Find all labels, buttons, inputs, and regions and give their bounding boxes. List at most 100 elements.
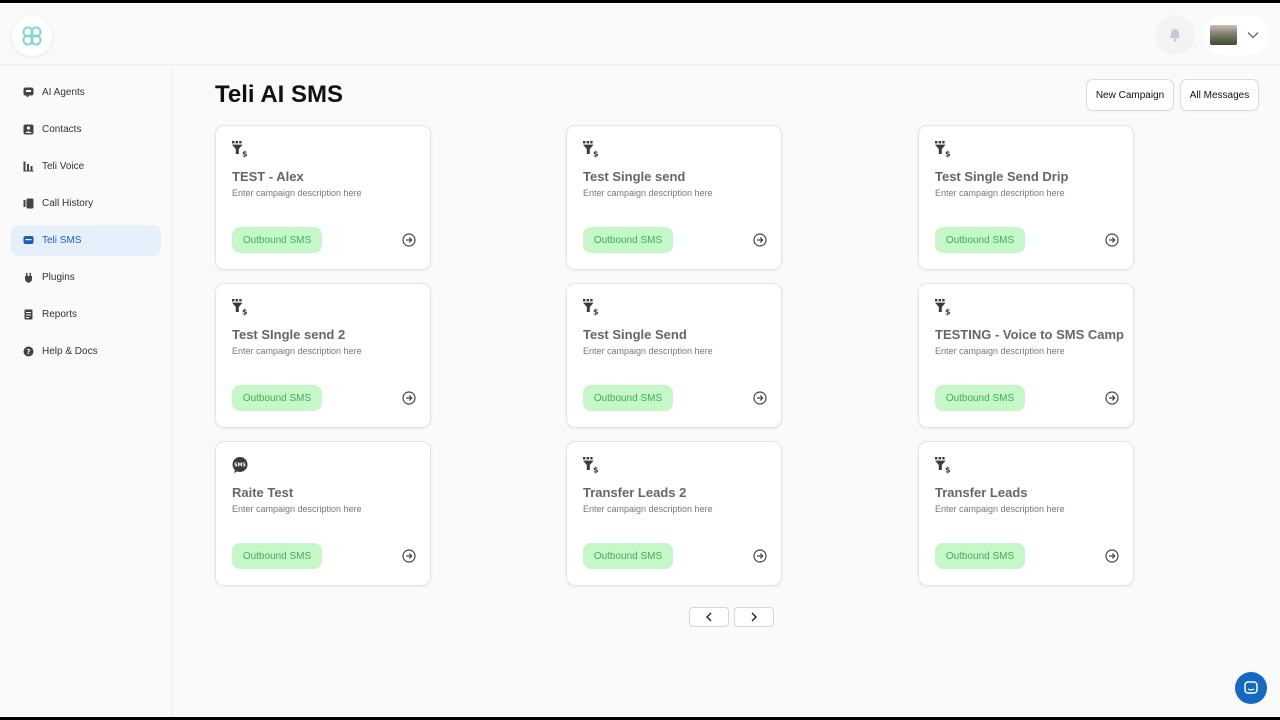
campaign-title: Raite Test [232,485,294,500]
campaign-card[interactable]: $ TEST - Alex Enter campaign description h… [215,125,431,270]
sms-icon-text: SMS [234,463,246,469]
arrow-right-circle-icon[interactable] [402,549,416,563]
sms-bubble-icon: SMS [231,456,249,474]
sidebar-item-reports[interactable]: Reports [11,299,161,330]
app-window: AI Agents Contacts Teli Voice Call Histo… [0,3,1280,717]
campaign-type-badge: Outbound SMS [935,227,1025,253]
campaign-card[interactable]: $ Transfer Leads Enter campaign descriptio… [918,441,1134,586]
campaign-type-badge: Outbound SMS [232,227,322,253]
campaign-type-badge: Outbound SMS [935,543,1025,569]
funnel-dollar-icon: $ [231,140,249,159]
campaign-description: Enter campaign description here [935,346,1065,356]
teli-logo[interactable] [12,16,52,56]
chevron-down-icon [1247,32,1259,39]
campaign-type-badge: Outbound SMS [583,385,673,411]
sidebar-item-label: Help & Docs [42,346,98,357]
svg-text:$: $ [945,150,951,159]
funnel-dollar-icon: $ [231,298,249,317]
funnel-dollar-icon: $ [582,456,600,475]
funnel-dollar-icon: $ [582,140,600,159]
message-bot-icon [23,87,34,98]
sidebar-item-label: Contacts [42,124,82,135]
sidebar-item-ai-agents[interactable]: AI Agents [11,77,161,108]
arrow-right-circle-icon[interactable] [1105,233,1119,247]
avatar [1210,25,1237,45]
campaign-description: Enter campaign description here [583,188,713,198]
sidebar-item-help-docs[interactable]: ? Help & Docs [11,336,161,367]
svg-text:$: $ [945,466,951,475]
funnel-dollar-icon: $ [934,298,952,317]
plugin-icon [23,272,34,283]
sidebar-item-teli-sms[interactable]: Teli SMS [11,225,161,256]
reports-icon [23,309,34,320]
page-title: Teli AI SMS [215,81,344,108]
svg-text:$: $ [593,150,599,159]
sidebar-item-call-history[interactable]: Call History [11,188,161,219]
chevron-right-icon [751,612,757,622]
chat-icon [1244,681,1258,694]
help-icon: ? [23,346,34,357]
call-history-icon [23,198,34,209]
svg-text:$: $ [242,308,248,317]
sidebar-item-plugins[interactable]: Plugins [11,262,161,293]
arrow-right-circle-icon[interactable] [753,391,767,405]
campaign-title: Test Single send [583,169,686,184]
campaign-title: Test Single Send [583,327,687,342]
campaign-type-badge: Outbound SMS [935,385,1025,411]
campaign-title: TEST - Alex [232,169,304,184]
campaign-card[interactable]: $ TESTING - Voice to SMS Camp Enter campai… [918,283,1134,428]
arrow-right-circle-icon[interactable] [753,233,767,247]
arrow-right-circle-icon[interactable] [753,549,767,563]
chevron-left-icon [706,612,712,622]
all-messages-button[interactable]: All Messages [1180,79,1259,111]
campaign-type-badge: Outbound SMS [232,543,322,569]
campaign-card[interactable]: $ Test SIngle send 2 Enter campaign descri… [215,283,431,428]
campaign-description: Enter campaign description here [232,188,362,198]
campaign-description: Enter campaign description here [583,346,713,356]
campaign-title: TESTING - Voice to SMS Camp [935,327,1125,342]
sidebar-item-label: Teli Voice [42,161,85,172]
arrow-right-circle-icon[interactable] [1105,391,1119,405]
campaign-card[interactable]: SMS Raite Test Enter campaign description … [215,441,431,586]
voice-icon [23,161,34,172]
campaign-card[interactable]: $ Transfer Leads 2 Enter campaign descript… [566,441,782,586]
campaign-card[interactable]: $ Test Single Send Enter campaign descript… [566,283,782,428]
campaign-description: Enter campaign description here [935,504,1065,514]
campaign-description: Enter campaign description here [583,504,713,514]
svg-text:?: ? [26,348,30,356]
prev-page-button[interactable] [689,607,729,627]
campaign-type-badge: Outbound SMS [583,227,673,253]
svg-text:$: $ [593,466,599,475]
arrow-right-circle-icon[interactable] [402,391,416,405]
campaign-description: Enter campaign description here [232,346,362,356]
campaign-type-badge: Outbound SMS [232,385,322,411]
next-page-button[interactable] [734,607,774,627]
campaign-title: Test SIngle send 2 [232,327,346,342]
arrow-right-circle-icon[interactable] [402,233,416,247]
sidebar-item-label: Call History [42,198,94,209]
sms-icon [23,235,34,246]
funnel-dollar-icon: $ [934,456,952,475]
new-campaign-button[interactable]: New Campaign [1086,79,1174,111]
sidebar-item-contacts[interactable]: Contacts [11,114,161,145]
sidebar-item-label: Plugins [42,272,75,283]
support-chat-button[interactable] [1235,672,1267,704]
campaign-description: Enter campaign description here [935,188,1065,198]
svg-text:$: $ [242,150,248,159]
teli-logo-icon [22,26,42,46]
notifications-button[interactable] [1155,15,1195,55]
svg-text:$: $ [593,308,599,317]
campaign-card[interactable]: $ Test Single send Enter campaign descript… [566,125,782,270]
svg-text:$: $ [945,308,951,317]
funnel-dollar-icon: $ [934,140,952,159]
sidebar-item-teli-voice[interactable]: Teli Voice [11,151,161,182]
arrow-right-circle-icon[interactable] [1105,549,1119,563]
campaign-type-badge: Outbound SMS [583,543,673,569]
campaign-title: Test Single Send Drip [935,169,1069,184]
campaign-title: Transfer Leads [935,485,1028,500]
campaign-card[interactable]: $ Test Single Send Drip Enter campaign des… [918,125,1134,270]
sidebar: AI Agents Contacts Teli Voice Call Histo… [0,65,173,717]
account-menu[interactable] [1204,15,1268,55]
sidebar-item-label: AI Agents [42,87,85,98]
campaign-title: Transfer Leads 2 [583,485,687,500]
